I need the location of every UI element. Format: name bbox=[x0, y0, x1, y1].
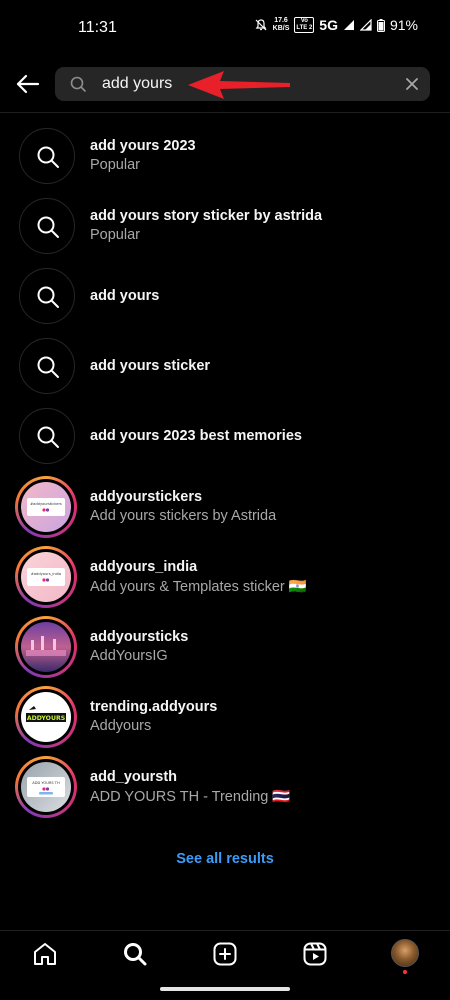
story-ring bbox=[15, 616, 77, 678]
volte-badge: Vo LTE 2 bbox=[294, 17, 315, 33]
avatar bbox=[21, 622, 71, 672]
result-title: add yours story sticker by astrida bbox=[90, 208, 323, 224]
annotation-arrow-icon bbox=[188, 71, 290, 99]
network-type: 5G bbox=[319, 17, 338, 33]
account-result[interactable]: #addyours_india addyours_india Add yours… bbox=[0, 542, 450, 612]
home-icon[interactable] bbox=[32, 941, 58, 967]
avatar-caption: #addyourstickers bbox=[30, 502, 62, 506]
result-subtitle: ADD YOURS TH - Trending 🇹🇭 bbox=[90, 789, 291, 805]
avatar-image: #addyours_india bbox=[21, 552, 71, 602]
keyword-circle bbox=[19, 128, 75, 184]
close-icon[interactable] bbox=[405, 77, 419, 91]
search-icon[interactable] bbox=[122, 941, 148, 967]
screen: 11:31 17.6 KB/S Vo LTE 2 5G 91% add your… bbox=[0, 0, 450, 1000]
search-icon bbox=[70, 76, 86, 92]
story-ring: ADD YOURS TH bbox=[15, 756, 77, 818]
avatar-caption: ADD YOURS TH bbox=[32, 781, 60, 785]
result-subtitle: AddYoursIG bbox=[90, 648, 168, 664]
keyword-result[interactable]: add yours bbox=[0, 261, 450, 331]
search-icon bbox=[37, 286, 59, 308]
result-title: add yours bbox=[90, 288, 160, 304]
network-speed: 17.6 KB/S bbox=[273, 17, 290, 33]
result-subtitle: Add yours & Templates sticker 🇮🇳 bbox=[90, 579, 307, 595]
volte-line2: LTE 2 bbox=[296, 25, 313, 31]
status-icons: 17.6 KB/S Vo LTE 2 5G 91% bbox=[254, 17, 418, 33]
battery-percent: 91% bbox=[389, 17, 418, 33]
result-subtitle: Popular bbox=[90, 227, 140, 243]
keyword-result[interactable]: add yours story sticker by astrida Popul… bbox=[0, 191, 450, 261]
avatar-image: #addyourstickers bbox=[21, 482, 71, 532]
bottom-nav bbox=[0, 930, 450, 979]
create-icon[interactable] bbox=[212, 941, 238, 967]
avatar: ADDYOURS bbox=[21, 692, 71, 742]
network-speed-unit: KB/S bbox=[272, 25, 290, 32]
result-subtitle: Add yours stickers by Astrida bbox=[90, 508, 277, 524]
account-result[interactable]: ADDYOURS trending.addyours Addyours bbox=[0, 682, 450, 752]
keyword-result[interactable]: add yours sticker bbox=[0, 331, 450, 401]
result-title: add_yoursth bbox=[90, 769, 178, 785]
avatar-image: ADDYOURS bbox=[21, 692, 71, 742]
account-result[interactable]: ADD YOURS TH add_yoursth ADD YOURS TH - … bbox=[0, 752, 450, 822]
profile-avatar[interactable] bbox=[391, 939, 419, 967]
avatar-caption: ADDYOURS bbox=[27, 715, 65, 722]
reels-icon[interactable] bbox=[302, 941, 328, 967]
search-icon bbox=[37, 216, 59, 238]
keyword-circle bbox=[19, 338, 75, 394]
result-title: trending.addyours bbox=[90, 699, 218, 715]
story-ring: #addyourstickers bbox=[15, 476, 77, 538]
notification-dot bbox=[403, 970, 407, 974]
search-icon bbox=[37, 356, 59, 378]
network-speed-value: 17.6 bbox=[274, 17, 288, 24]
avatar: ADD YOURS TH bbox=[21, 762, 71, 812]
status-bar: 11:31 17.6 KB/S Vo LTE 2 5G 91% bbox=[0, 0, 450, 56]
keyword-circle bbox=[19, 408, 75, 464]
keyword-circle bbox=[19, 268, 75, 324]
signal-icon bbox=[343, 20, 354, 30]
result-title: add yours sticker bbox=[90, 358, 211, 374]
result-title: add yours 2023 bbox=[90, 138, 196, 154]
result-title: addyours_india bbox=[90, 559, 198, 575]
result-subtitle: Addyours bbox=[90, 718, 152, 734]
see-all-results-link[interactable]: See all results bbox=[0, 851, 450, 867]
story-ring: #addyours_india bbox=[15, 546, 77, 608]
avatar-image bbox=[21, 622, 71, 672]
result-subtitle: Popular bbox=[90, 157, 140, 173]
avatar: #addyourstickers bbox=[21, 482, 71, 532]
result-title: addyoursticks bbox=[90, 629, 189, 645]
avatar: #addyours_india bbox=[21, 552, 71, 602]
search-icon bbox=[37, 426, 59, 448]
avatar-image: ADD YOURS TH bbox=[21, 762, 71, 812]
search-query: add yours bbox=[102, 75, 173, 92]
arrow-left-icon[interactable] bbox=[14, 70, 42, 98]
status-time: 11:31 bbox=[78, 19, 117, 36]
account-result[interactable]: addyoursticks AddYoursIG bbox=[0, 612, 450, 682]
signal-icon-2 bbox=[359, 19, 372, 31]
battery-icon bbox=[376, 18, 385, 32]
home-indicator[interactable] bbox=[160, 987, 290, 991]
result-title: add yours 2023 best memories bbox=[90, 428, 302, 444]
search-icon bbox=[37, 146, 59, 168]
keyword-circle bbox=[19, 198, 75, 254]
keyword-result[interactable]: add yours 2023 Popular bbox=[0, 121, 450, 191]
volte-line1: Vo bbox=[300, 18, 308, 24]
story-ring: ADDYOURS bbox=[15, 686, 77, 748]
avatar-caption: #addyours_india bbox=[31, 572, 61, 576]
keyword-result[interactable]: add yours 2023 best memories bbox=[0, 401, 450, 471]
mute-bell-icon bbox=[255, 19, 267, 31]
account-result[interactable]: #addyourstickers addyourstickers Add you… bbox=[0, 472, 450, 542]
result-title: addyourstickers bbox=[90, 489, 203, 505]
